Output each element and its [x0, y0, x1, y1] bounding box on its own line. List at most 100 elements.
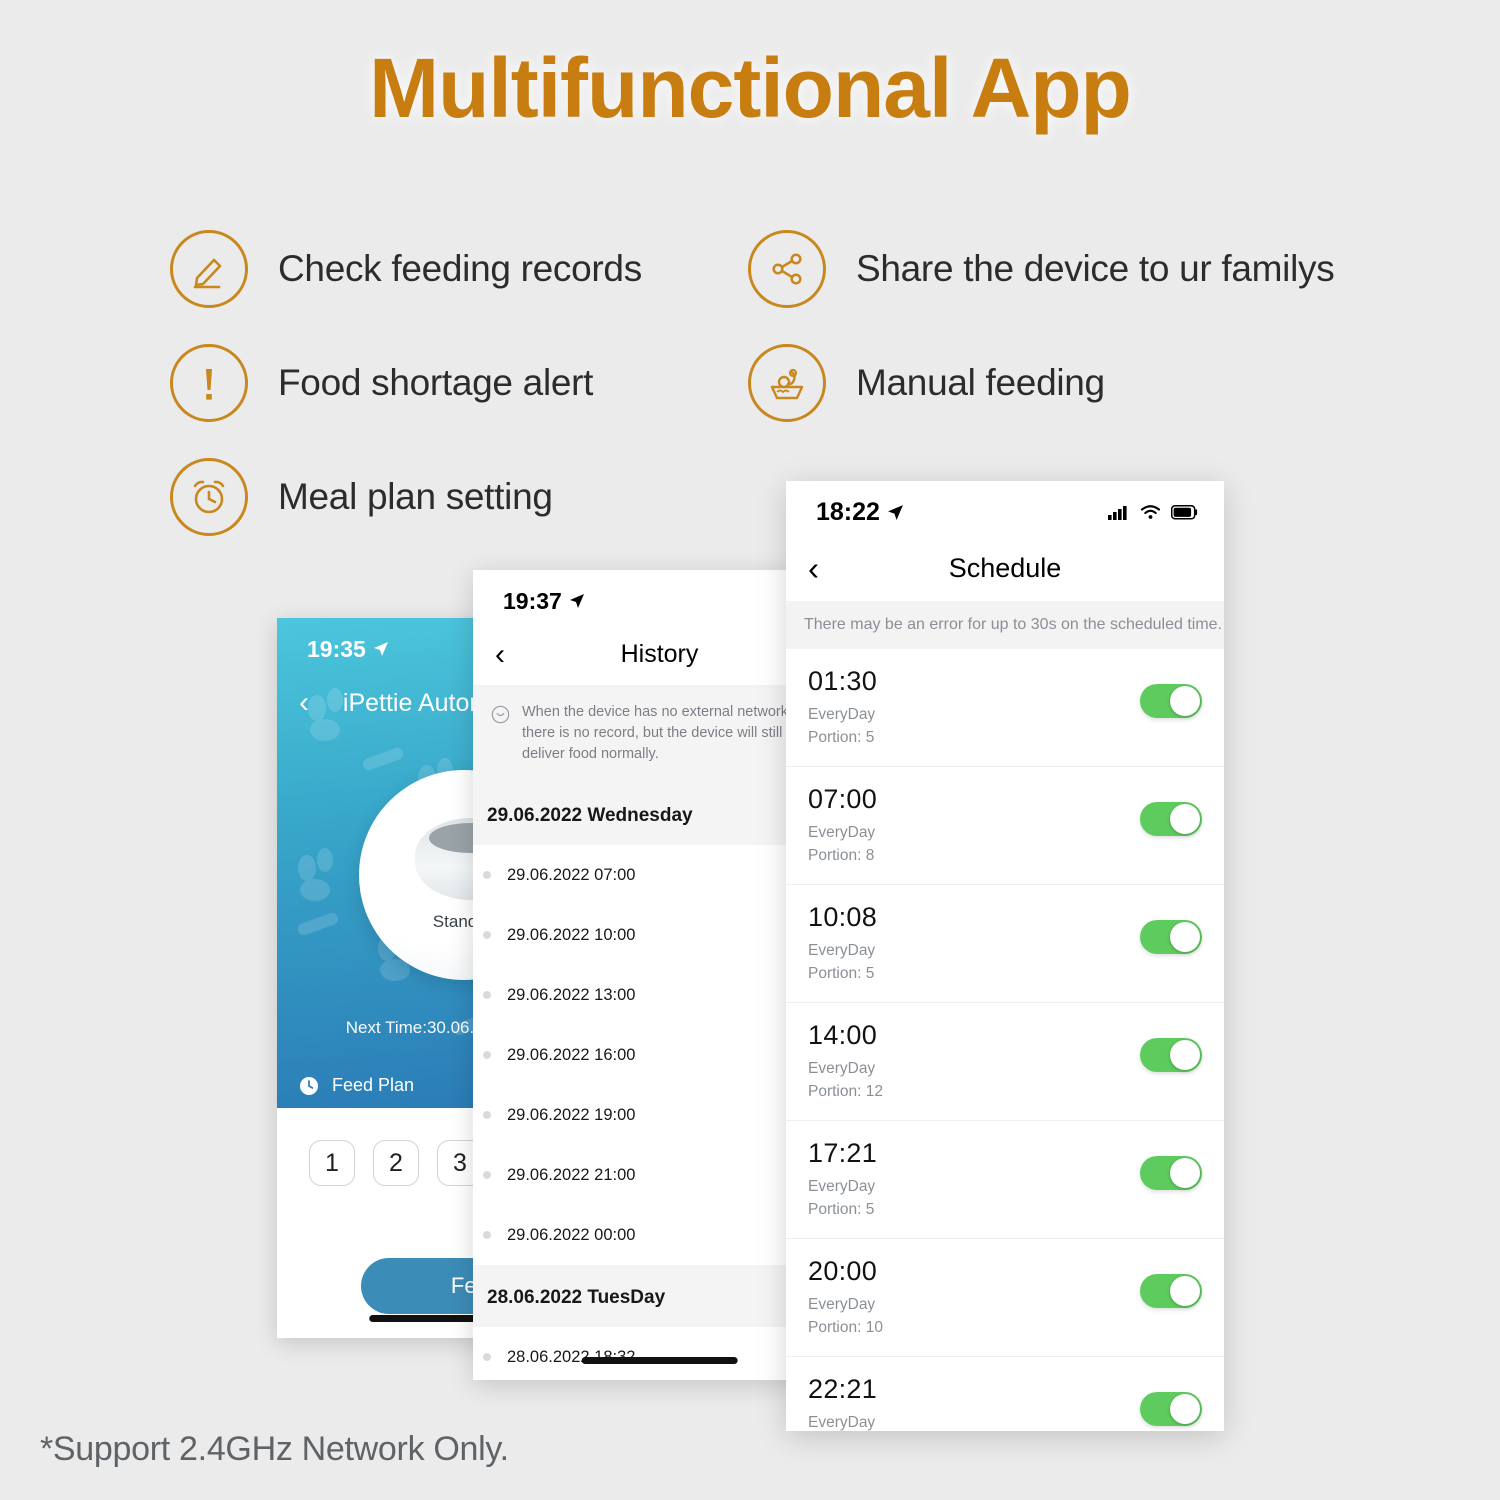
schedule-portion: Portion: 12 — [808, 1083, 883, 1101]
schedule-toggle[interactable] — [1140, 1391, 1202, 1426]
feature-label: Food shortage alert — [278, 362, 594, 403]
schedule-time: 20:00 — [808, 1255, 878, 1286]
chevron-left-icon[interactable]: ‹ — [808, 552, 819, 585]
schedule-row[interactable]: 22:21 EveryDay Portion: 5 — [786, 1356, 1224, 1431]
page-title: Multifunctional App — [369, 41, 1132, 135]
history-timestamp: 29.06.2022 13:00 — [507, 985, 636, 1004]
schedule-row[interactable]: 07:00 EveryDay Portion: 8 — [786, 766, 1224, 885]
menu-item-label: Feed Plan — [332, 1075, 415, 1095]
feature-share-device: Share the device to ur familys — [748, 212, 1388, 326]
schedule-repeat: EveryDay — [808, 941, 876, 959]
schedule-toggle[interactable] — [1140, 919, 1202, 954]
schedule-time: 10:08 — [808, 901, 878, 932]
schedule-toggle[interactable] — [1140, 1273, 1202, 1308]
portion-option-2[interactable]: 2 — [373, 1140, 419, 1186]
feature-label: Check feeding records — [278, 248, 642, 289]
location-arrow-icon — [888, 504, 903, 520]
support-note: *Support 2.4GHz Network Only. — [40, 1430, 509, 1468]
schedule-portion: Portion: 10 — [808, 1319, 883, 1337]
schedule-portion: Portion: 5 — [808, 965, 875, 983]
status-time: 19:37 — [503, 587, 562, 614]
schedule-repeat: EveryDay — [808, 1059, 876, 1077]
chevron-left-icon[interactable]: ‹ — [495, 639, 505, 670]
portion-option-1[interactable]: 1 — [309, 1140, 355, 1186]
history-timestamp: 29.06.2022 10:00 — [507, 925, 636, 944]
nav-bar: ‹ Schedule — [786, 535, 1224, 601]
bullet-dot-icon — [483, 1171, 491, 1180]
food-bowl-icon — [748, 344, 826, 422]
schedule-row[interactable]: 17:21 EveryDay Portion: 5 — [786, 1120, 1224, 1239]
schedule-portion: Portion: 8 — [808, 847, 875, 865]
schedule-repeat: EveryDay — [808, 706, 876, 723]
cellular-signal-icon — [1108, 506, 1127, 520]
schedule-portion: Portion: 5 — [808, 1201, 875, 1219]
share-nodes-icon — [748, 230, 826, 308]
schedule-time: 01:30 — [808, 666, 878, 696]
schedule-repeat: EveryDay — [808, 1295, 876, 1313]
status-time-group: 18:22 — [816, 498, 904, 527]
schedule-time: 17:21 — [808, 1137, 878, 1168]
schedule-portion: Portion: 5 — [808, 729, 875, 747]
schedule-toggle[interactable] — [1140, 1037, 1202, 1072]
schedule-repeat: EveryDay — [808, 1413, 876, 1431]
schedule-row[interactable]: 10:08 EveryDay Portion: 5 — [786, 884, 1224, 1003]
info-circle-icon — [491, 705, 510, 724]
schedule-row[interactable]: 20:00 EveryDay Portion: 10 — [786, 1238, 1224, 1357]
nav-title: Schedule — [948, 552, 1062, 583]
status-bar: 18:22 — [786, 481, 1224, 535]
history-timestamp: 29.06.2022 07:00 — [507, 865, 636, 884]
alarm-clock-icon — [170, 458, 248, 536]
history-timestamp: 29.06.2022 00:00 — [507, 1225, 636, 1244]
schedule-time: 14:00 — [808, 1019, 878, 1050]
status-time-group: 19:37 — [503, 588, 585, 615]
history-timestamp: 29.06.2022 21:00 — [507, 1165, 636, 1184]
bullet-dot-icon — [483, 1111, 491, 1120]
schedule-time: 07:00 — [808, 783, 878, 814]
clock-icon — [300, 1076, 318, 1095]
battery-icon — [1171, 504, 1198, 520]
bullet-dot-icon — [483, 1353, 491, 1362]
schedule-list: 01:30 EveryDay Portion: 5 07:00 EveryDay… — [786, 649, 1224, 1431]
schedule-row-text: 01:30 EveryDay Portion: 5 — [808, 666, 877, 750]
bullet-dot-icon — [483, 991, 491, 1000]
schedule-toggle[interactable] — [1140, 801, 1202, 836]
feature-food-shortage-alert: Food shortage alert — [170, 326, 770, 440]
schedule-row-text: 17:21 EveryDay Portion: 5 — [808, 1138, 877, 1222]
banner-text: When the device has no external network,… — [522, 704, 793, 763]
bullet-dot-icon — [483, 871, 491, 880]
schedule-row-text: 07:00 EveryDay Portion: 8 — [808, 784, 877, 868]
schedule-row-text: 10:08 EveryDay Portion: 5 — [808, 902, 877, 986]
wifi-icon — [1140, 505, 1161, 519]
schedule-row[interactable]: 01:30 EveryDay Portion: 5 — [786, 649, 1224, 767]
feature-label: Manual feeding — [856, 362, 1105, 403]
feature-label: Meal plan setting — [278, 476, 553, 517]
status-time: 18:22 — [816, 497, 880, 526]
bullet-dot-icon — [483, 1051, 491, 1060]
chevron-left-icon[interactable]: ‹ — [299, 688, 309, 718]
phone-schedule-screen: 18:22 ‹ Schedule There may be an error f… — [786, 481, 1224, 1431]
schedule-note: There may be an error for up to 30s on t… — [786, 601, 1224, 649]
schedule-row-text: 14:00 EveryDay Portion: 12 — [808, 1020, 883, 1104]
feature-meal-plan-setting: Meal plan setting — [170, 440, 770, 554]
schedule-time: 22:21 — [808, 1373, 878, 1404]
feature-manual-feeding: Manual feeding — [748, 326, 1388, 440]
history-timestamp: 29.06.2022 16:00 — [507, 1045, 636, 1064]
pencil-edit-icon — [170, 230, 248, 308]
schedule-repeat: EveryDay — [808, 823, 876, 841]
location-arrow-icon — [569, 594, 584, 608]
history-timestamp: 29.06.2022 19:00 — [507, 1105, 636, 1124]
schedule-toggle[interactable] — [1140, 684, 1202, 718]
bullet-dot-icon — [483, 1231, 491, 1240]
feature-label: Share the device to ur familys — [856, 248, 1335, 289]
schedule-row-text: 20:00 EveryDay Portion: 10 — [808, 1256, 883, 1340]
feature-column-left: Check feeding records Food shortage aler… — [170, 212, 770, 554]
schedule-row[interactable]: 14:00 EveryDay Portion: 12 — [786, 1002, 1224, 1121]
feature-check-feeding-records: Check feeding records — [170, 212, 770, 326]
exclamation-alert-icon — [170, 344, 248, 422]
bullet-dot-icon — [483, 931, 491, 940]
schedule-toggle[interactable] — [1140, 1155, 1202, 1190]
schedule-row-text: 22:21 EveryDay Portion: 5 — [808, 1374, 877, 1431]
feature-column-right: Share the device to ur familys Manual fe… — [748, 212, 1388, 440]
schedule-repeat: EveryDay — [808, 1177, 876, 1195]
home-indicator — [581, 1357, 738, 1364]
